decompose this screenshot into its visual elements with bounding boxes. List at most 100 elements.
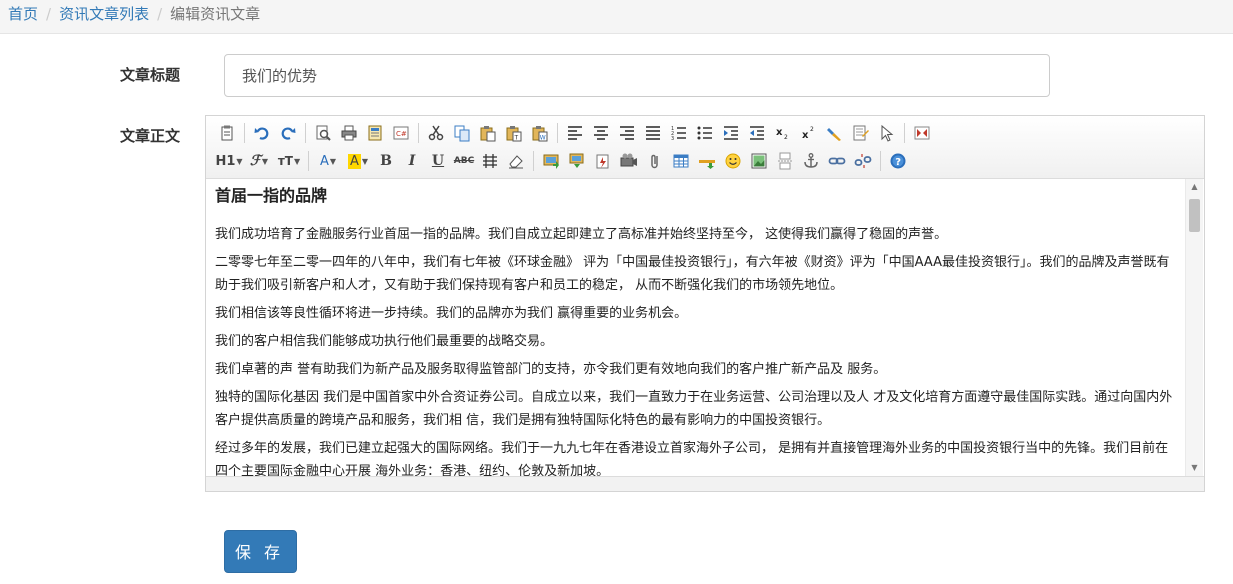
anchor-select-icon[interactable] [874, 121, 900, 145]
underline-glyph: U [431, 153, 445, 169]
strikethrough-icon[interactable]: ABC [451, 149, 477, 173]
media-icon[interactable] [616, 149, 642, 173]
paste-word-icon[interactable]: W [527, 121, 553, 145]
unordered-list-icon[interactable] [692, 121, 718, 145]
anchor-icon[interactable] [798, 149, 824, 173]
toolbar-separator [557, 123, 558, 143]
template-icon[interactable] [362, 121, 388, 145]
eraser-icon[interactable] [503, 149, 529, 173]
align-center-icon[interactable] [588, 121, 614, 145]
font-size-icon[interactable]: тT ▼ [274, 149, 304, 173]
bold-icon[interactable]: B [373, 149, 399, 173]
toolbar-separator [904, 123, 905, 143]
svg-text:3: 3 [671, 136, 674, 142]
toolbar-row-2: H1 ▼ ℱ ▼ тT ▼ A ▼ A ▼ B I U ABC ? [214, 149, 911, 173]
table-icon[interactable] [668, 149, 694, 173]
svg-text:x: x [802, 130, 809, 141]
fullscreen-icon[interactable] [909, 121, 935, 145]
toolbar-row-1: C# T W 123 x2 x2 [214, 121, 935, 145]
scrollbar-thumb[interactable] [1189, 199, 1200, 232]
redo-icon[interactable] [275, 121, 301, 145]
article-paragraph: 独特的国际化基因 我们是中国首家中外合资证券公司。自成立以来，我们一直致力于在业… [215, 390, 1173, 428]
font-family-icon[interactable]: ℱ ▼ [244, 149, 274, 173]
select-all-icon[interactable] [848, 121, 874, 145]
bold-glyph: B [380, 153, 392, 169]
line-height-icon[interactable] [477, 149, 503, 173]
toolbar-separator [533, 151, 534, 171]
ordered-list-icon[interactable]: 123 [666, 121, 692, 145]
toolbar-separator [244, 123, 245, 143]
outdent-icon[interactable] [744, 121, 770, 145]
attachment-icon[interactable] [642, 149, 668, 173]
svg-text:T: T [514, 135, 519, 142]
editor-toolbar: C# T W 123 x2 x2 H1 ▼ ℱ ▼ тT ▼ A ▼ A ▼ B… [206, 116, 1204, 179]
help-icon[interactable]: ? [885, 149, 911, 173]
clear-format-icon[interactable] [822, 121, 848, 145]
font-color-icon[interactable]: A ▼ [313, 149, 343, 173]
breadcrumb: 首页 / 资讯文章列表 / 编辑资讯文章 [0, 0, 1233, 34]
caret-icon: ▼ [293, 156, 301, 166]
article-paragraph: 二零零七年至二零一四年的八年中，我们有七年被《环球金融》 评为「中国最佳投资银行… [215, 255, 1170, 293]
image-icon[interactable] [746, 149, 772, 173]
editor-content[interactable]: 首届一指的品牌 我们成功培育了金融服务行业首屈一指的品牌。我们自成立起即建立了高… [207, 179, 1185, 476]
code-icon[interactable]: C# [388, 121, 414, 145]
editor-statusbar [206, 476, 1204, 491]
highlight-icon[interactable]: A ▼ [343, 149, 373, 173]
breadcrumb-home-link[interactable]: 首页 [8, 5, 38, 23]
article-paragraph: 我们成功培育了金融服务行业首屈一指的品牌。我们自成立起即建立了高标准并始终坚持至… [215, 227, 948, 242]
highlight-glyph: A [347, 153, 361, 169]
svg-text:x: x [776, 127, 783, 138]
page-break-icon[interactable] [772, 149, 798, 173]
editor-scrollbar[interactable]: ▲ ▼ [1185, 179, 1203, 476]
toolbar-separator [418, 123, 419, 143]
font-color-glyph: A [319, 153, 329, 169]
svg-text:W: W [540, 135, 546, 142]
strikethrough-glyph: ABC [453, 156, 475, 166]
indent-icon[interactable] [718, 121, 744, 145]
emoticon-icon[interactable] [720, 149, 746, 173]
subscript-icon[interactable]: x2 [770, 121, 796, 145]
heading-label: H1 [215, 153, 236, 169]
print-icon[interactable] [336, 121, 362, 145]
scroll-up-icon[interactable]: ▲ [1186, 179, 1203, 195]
title-label: 文章标题 [120, 66, 181, 84]
font-size-glyph: тT [277, 154, 293, 168]
paste-icon[interactable] [475, 121, 501, 145]
source-icon[interactable] [214, 121, 240, 145]
preview-icon[interactable] [310, 121, 336, 145]
copy-icon[interactable] [449, 121, 475, 145]
multi-image-icon[interactable] [564, 149, 590, 173]
caret-icon: ▼ [329, 156, 337, 166]
article-paragraph: 我们卓著的声 誉有助我们为新产品及服务取得监管部门的支持，亦令我们更有效地向我们… [215, 362, 887, 377]
cut-icon[interactable] [423, 121, 449, 145]
breadcrumb-separator: / [46, 5, 52, 23]
hr-icon[interactable] [694, 149, 720, 173]
article-paragraph: 经过多年的发展，我们已建立起强大的国际网络。我们于一九九七年在香港设立首家海外子… [215, 441, 1169, 476]
caret-icon: ▼ [236, 156, 243, 166]
breadcrumb-article-list-link[interactable]: 资讯文章列表 [59, 5, 149, 23]
align-right-icon[interactable] [614, 121, 640, 145]
caret-icon: ▼ [261, 156, 269, 166]
breadcrumb-separator: / [157, 5, 163, 23]
align-left-icon[interactable] [562, 121, 588, 145]
article-heading: 首届一指的品牌 [215, 186, 328, 205]
image-upload-icon[interactable] [538, 149, 564, 173]
save-button[interactable]: 保 存 [224, 530, 297, 573]
heading-icon[interactable]: H1 ▼ [214, 149, 244, 173]
svg-text:2: 2 [784, 134, 788, 141]
link-icon[interactable] [824, 149, 850, 173]
scroll-down-icon[interactable]: ▼ [1186, 460, 1203, 476]
unlink-icon[interactable] [850, 149, 876, 173]
paste-text-icon[interactable]: T [501, 121, 527, 145]
underline-icon[interactable]: U [425, 149, 451, 173]
italic-icon[interactable]: I [399, 149, 425, 173]
align-justify-icon[interactable] [640, 121, 666, 145]
body-label: 文章正文 [120, 127, 181, 145]
italic-glyph: I [408, 153, 416, 169]
superscript-icon[interactable]: x2 [796, 121, 822, 145]
article-paragraph: 我们的客户相信我们能够成功执行他们最重要的战略交易。 [215, 334, 554, 349]
undo-icon[interactable] [249, 121, 275, 145]
flash-icon[interactable] [590, 149, 616, 173]
toolbar-separator [305, 123, 306, 143]
article-title-input[interactable] [224, 54, 1050, 97]
